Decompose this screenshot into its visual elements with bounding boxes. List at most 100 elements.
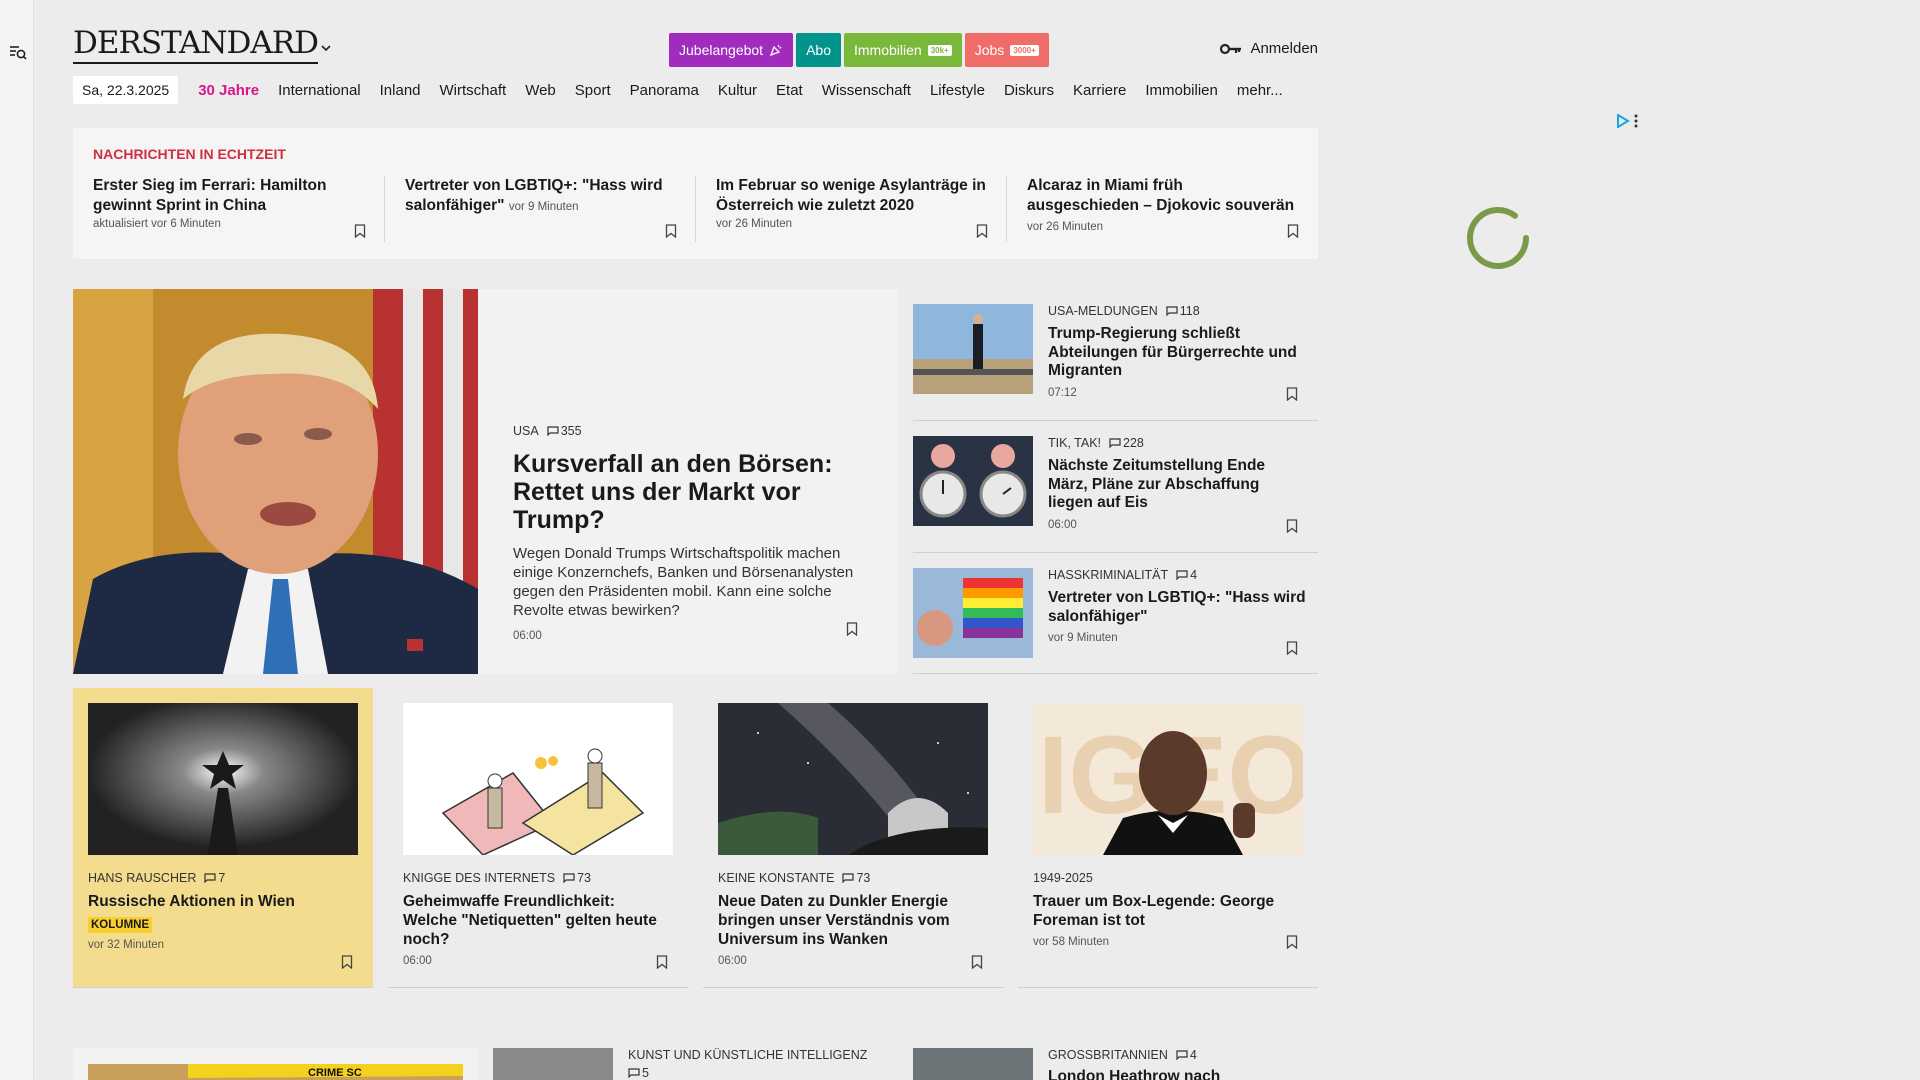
chevron-down-icon[interactable] <box>320 42 332 54</box>
article-thumbnail[interactable] <box>913 436 1033 526</box>
comments-count[interactable]: 73 <box>842 871 870 885</box>
hero-article[interactable]: USA 355 Kursverfall an den Börsen: Rette… <box>73 289 898 674</box>
kicker-label[interactable]: USA-MELDUNGEN <box>1048 304 1158 318</box>
ticker-headline[interactable]: Erster Sieg im Ferrari: Hamilton gewinnt… <box>93 176 364 216</box>
ticker-headline[interactable]: Im Februar so wenige Asylanträge in Öste… <box>716 176 986 216</box>
article-thumbnail[interactable] <box>403 703 673 855</box>
live-ticker: NACHRICHTEN IN ECHTZEIT Erster Sieg im F… <box>73 128 1318 259</box>
teaser-card[interactable]: CRIME SC <box>73 1048 478 1080</box>
login-button[interactable]: Anmelden <box>1220 40 1318 57</box>
nav-item-wissenschaft[interactable]: Wissenschaft <box>822 82 911 99</box>
comments-count[interactable]: 4 <box>1176 568 1197 582</box>
comments-count[interactable]: 228 <box>1109 436 1144 450</box>
article-thumbnail[interactable] <box>913 568 1033 658</box>
kicker-label[interactable]: KUNST UND KÜNSTLICHE INTELLIGENZ <box>628 1048 867 1062</box>
bookmark-icon[interactable] <box>656 955 668 969</box>
promo-immobilien-button[interactable]: Immobilien 30k+ <box>844 33 962 67</box>
bookmark-icon[interactable] <box>1287 224 1299 238</box>
kicker-label[interactable]: KEINE KONSTANTE <box>718 871 834 885</box>
kicker-label[interactable]: USA <box>513 424 539 438</box>
article-thumbnail[interactable] <box>913 1048 1033 1080</box>
ticker-item[interactable]: Im Februar so wenige Asylanträge in Öste… <box>695 176 1006 242</box>
teaser-card[interactable]: KEINE KONSTANTE 73 Neue Daten zu Dunkler… <box>703 688 1003 988</box>
article-kicker: USA-MELDUNGEN 118 <box>1048 304 1308 318</box>
promo-label: Immobilien <box>854 42 922 58</box>
bookmark-icon[interactable] <box>1286 387 1298 401</box>
promo-abo-button[interactable]: Abo <box>796 33 841 67</box>
article-thumbnail[interactable] <box>493 1048 613 1080</box>
article-headline[interactable]: Neue Daten zu Dunkler Energie bringen un… <box>718 892 988 949</box>
kicker-label[interactable]: KNIGGE DES INTERNETS <box>403 871 555 885</box>
bookmark-icon[interactable] <box>971 955 983 969</box>
hero-headline[interactable]: Kursverfall an den Börsen: Rettet uns de… <box>513 450 863 534</box>
comments-count[interactable]: 7 <box>204 871 225 885</box>
hero-image[interactable] <box>73 289 478 674</box>
ticker-headline-text[interactable]: Alcaraz in Miami früh ausgeschieden – Dj… <box>1027 177 1294 214</box>
comments-value: 118 <box>1179 304 1200 318</box>
nav-item-wirtschaft[interactable]: Wirtschaft <box>440 82 507 99</box>
article-headline[interactable]: Vertreter von LGBTIQ+: "Hass wird salonf… <box>1048 589 1308 626</box>
teaser-card[interactable]: KNIGGE DES INTERNETS 73 Geheimwaffe Freu… <box>388 688 688 988</box>
bookmark-icon[interactable] <box>976 224 988 238</box>
comments-count[interactable]: 118 <box>1166 304 1200 318</box>
nav-item-panorama[interactable]: Panorama <box>630 82 699 99</box>
nav-item-etat[interactable]: Etat <box>776 82 803 99</box>
article-headline[interactable]: Nächste Zeitumstellung Ende März, Pläne … <box>1048 457 1308 513</box>
nav-item-lifestyle[interactable]: Lifestyle <box>930 82 985 99</box>
logo[interactable]: DERSTANDARD <box>73 28 319 64</box>
article-thumbnail[interactable]: CRIME SC <box>88 1064 463 1080</box>
kicker-label[interactable]: GROSSBRITANNIEN <box>1048 1048 1168 1062</box>
article-thumbnail[interactable] <box>88 703 358 855</box>
nav-item-mehr[interactable]: mehr... <box>1237 82 1283 99</box>
nav-item-international[interactable]: International <box>278 82 361 99</box>
nav-item-kultur[interactable]: Kultur <box>718 82 757 99</box>
article-headline[interactable]: London Heathrow nach <box>1048 1068 1308 1080</box>
kicker-label[interactable]: 1949-2025 <box>1033 871 1093 885</box>
comments-count[interactable]: 5 <box>628 1066 649 1080</box>
nav-item-inland[interactable]: Inland <box>380 82 421 99</box>
article-headline[interactable]: Russische Aktionen in Wien <box>88 892 358 911</box>
ticker-headline[interactable]: Alcaraz in Miami früh ausgeschieden – Dj… <box>1027 176 1297 237</box>
comments-count[interactable]: 73 <box>563 871 591 885</box>
article-thumbnail[interactable] <box>718 703 988 855</box>
comments-count[interactable]: 4 <box>1176 1048 1197 1062</box>
side-article[interactable]: USA-MELDUNGEN 118 Trump-Regierung schlie… <box>913 289 1318 421</box>
kicker-label[interactable]: HASSKRIMINALITÄT <box>1048 568 1168 582</box>
bookmark-icon[interactable] <box>1286 935 1298 949</box>
ad-choices-icon[interactable] <box>1616 114 1630 128</box>
bookmark-icon[interactable] <box>846 622 858 636</box>
bookmark-icon[interactable] <box>665 224 677 238</box>
teaser-card[interactable]: HANS RAUSCHER 7 Russische Aktionen in Wi… <box>73 688 373 988</box>
nav-item-karriere[interactable]: Karriere <box>1073 82 1126 99</box>
bookmark-icon[interactable] <box>341 955 353 969</box>
nav-item-30-jahre[interactable]: 30 Jahre <box>198 82 259 99</box>
article-time: 06:00 <box>403 955 432 967</box>
more-vertical-icon[interactable] <box>1634 114 1638 128</box>
article-headline[interactable]: Trump-Regierung schließt Abteilungen für… <box>1048 325 1308 381</box>
kicker-label[interactable]: TIK, TAK! <box>1048 436 1101 450</box>
menu-search-icon[interactable] <box>9 43 27 61</box>
comments-count[interactable]: 355 <box>547 424 582 438</box>
bookmark-icon[interactable] <box>1286 519 1298 533</box>
kicker-label[interactable]: HANS RAUSCHER <box>88 871 196 885</box>
nav-item-sport[interactable]: Sport <box>575 82 611 99</box>
ticker-headline[interactable]: Vertreter von LGBTIQ+: "Hass wird salonf… <box>405 176 675 217</box>
side-article[interactable]: HASSKRIMINALITÄT 4 Vertreter von LGBTIQ+… <box>913 553 1318 674</box>
bookmark-icon[interactable] <box>354 224 366 238</box>
ticker-item[interactable]: Alcaraz in Miami früh ausgeschieden – Dj… <box>1006 176 1317 242</box>
promo-jobs-button[interactable]: Jobs 3000+ <box>964 33 1049 67</box>
teaser-card[interactable]: IGEO 1949-2025 Trauer um Box-Legende: Ge… <box>1018 688 1318 988</box>
side-article[interactable]: TIK, TAK! 228 Nächste Zeitumstellung End… <box>913 421 1318 553</box>
promo-jubelangebot-button[interactable]: Jubelangebot <box>669 33 794 67</box>
ticker-item[interactable]: Erster Sieg im Ferrari: Hamilton gewinnt… <box>73 176 384 242</box>
article-headline[interactable]: Trauer um Box-Legende: George Foreman is… <box>1033 892 1303 930</box>
article-thumbnail[interactable] <box>913 304 1033 394</box>
article-headline[interactable]: Geheimwaffe Freundlichkeit: Welche "Neti… <box>403 892 673 949</box>
ticker-item[interactable]: Vertreter von LGBTIQ+: "Hass wird salonf… <box>384 176 695 242</box>
nav-item-diskurs[interactable]: Diskurs <box>1004 82 1054 99</box>
bookmark-icon[interactable] <box>1286 641 1298 655</box>
article-thumbnail[interactable]: IGEO <box>1033 703 1303 855</box>
comment-icon <box>1176 1050 1188 1060</box>
nav-item-web[interactable]: Web <box>525 82 556 99</box>
nav-item-immobilien[interactable]: Immobilien <box>1145 82 1218 99</box>
